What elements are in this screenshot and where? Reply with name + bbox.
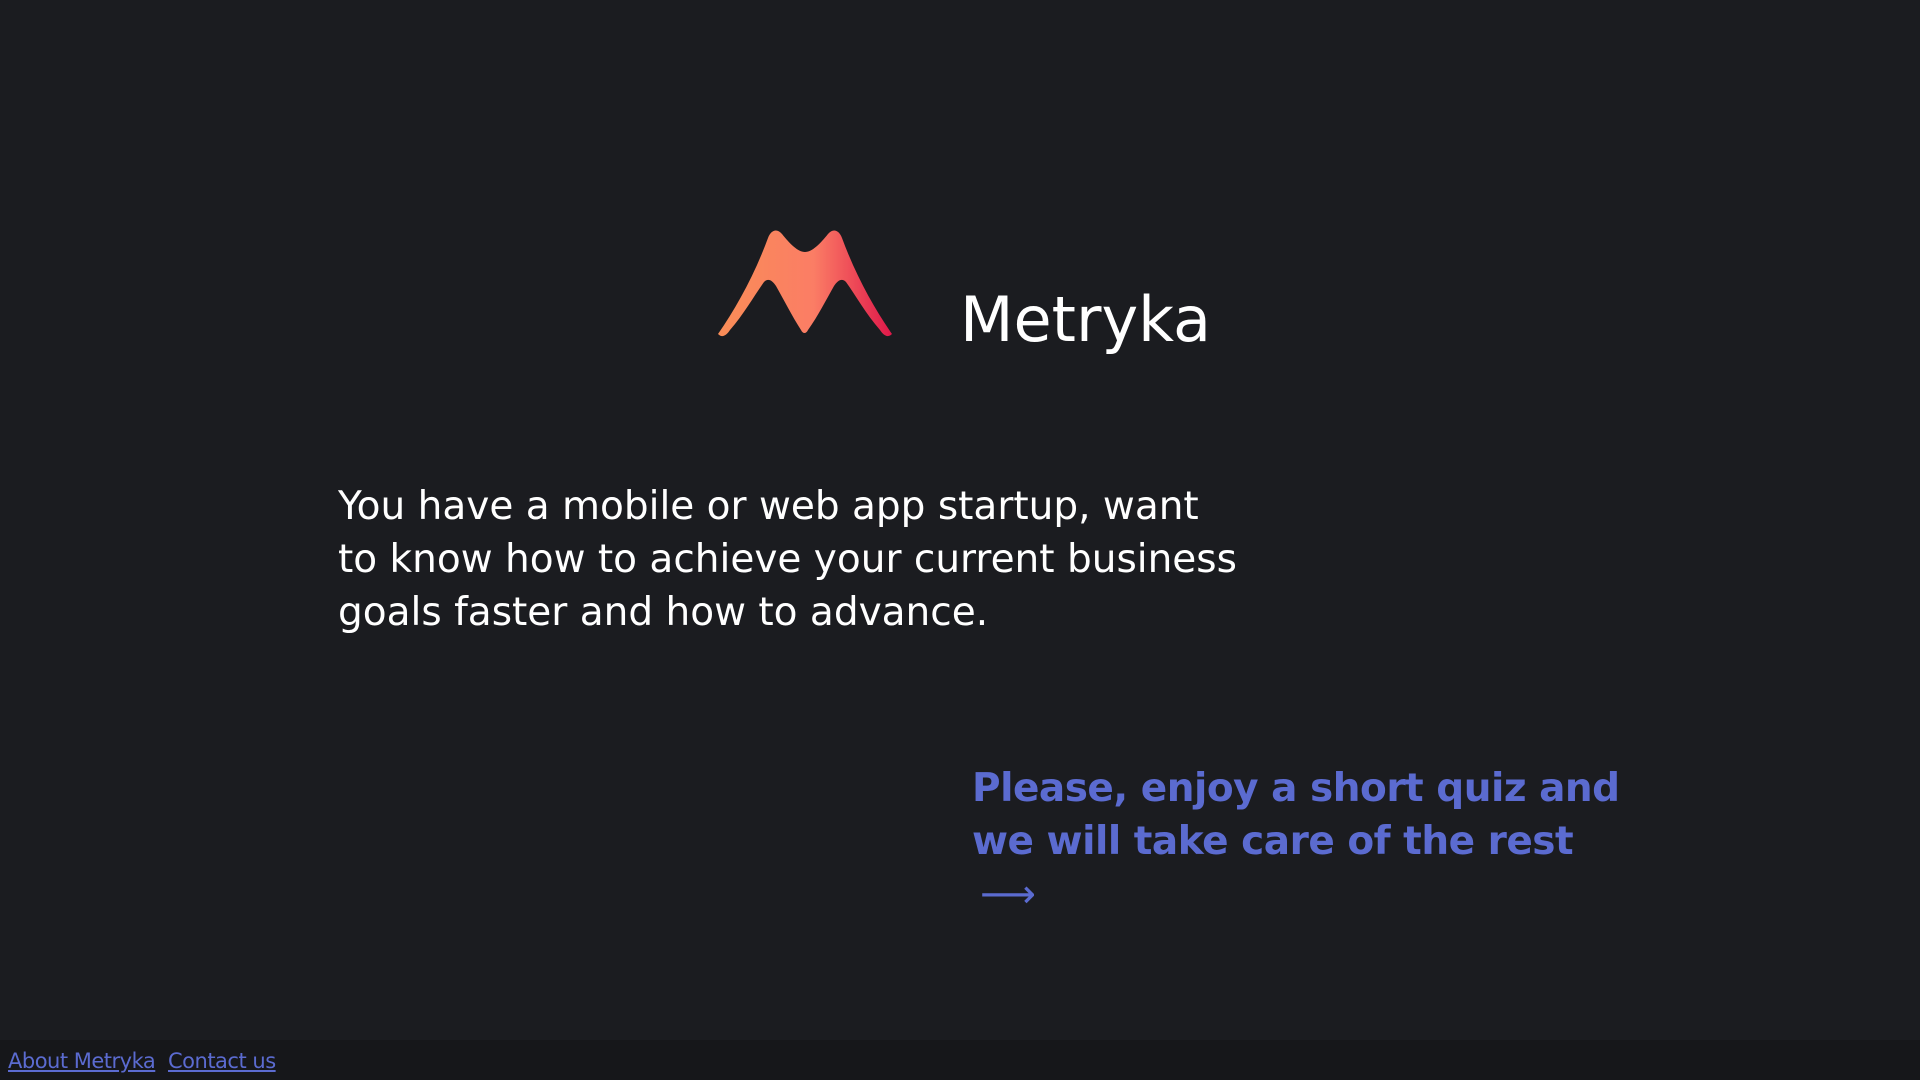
landing-page: Metryka You have a mobile or web app sta… [0, 0, 1920, 1080]
arrow-right-icon: ⟶ [980, 872, 1036, 917]
footer: About Metryka Contact us [0, 1040, 1920, 1080]
brand-name: Metryka [960, 282, 1211, 356]
about-link[interactable]: About Metryka [8, 1048, 156, 1074]
cta-text: Please, enjoy a short quiz and we will t… [972, 766, 1620, 864]
intro-text: You have a mobile or web app startup, wa… [338, 484, 1237, 635]
start-quiz-link[interactable]: Please, enjoy a short quiz and we will t… [972, 762, 1632, 921]
metryka-logo-icon [718, 230, 892, 337]
contact-link[interactable]: Contact us [168, 1048, 276, 1074]
brand-header: Metryka [716, 226, 1211, 353]
